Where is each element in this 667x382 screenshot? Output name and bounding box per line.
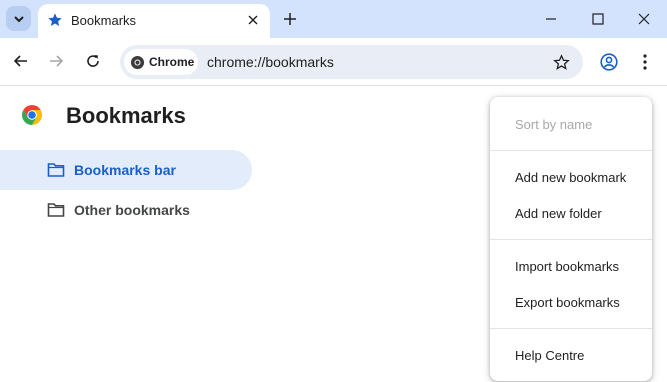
sidebar-item-label: Other bookmarks xyxy=(74,202,190,218)
minimize-button[interactable] xyxy=(541,9,561,29)
site-chip-label: Chrome xyxy=(149,55,195,69)
forward-button[interactable] xyxy=(45,50,67,72)
menu-item-add-new-folder[interactable]: Add new folder xyxy=(490,198,652,228)
menu-divider xyxy=(490,239,652,240)
menu-divider xyxy=(490,150,652,151)
star-icon xyxy=(48,13,62,26)
menu-item-add-new-bookmark[interactable]: Add new bookmark xyxy=(490,162,652,192)
chrome-icon xyxy=(130,55,145,69)
menu-item-label: Import bookmarks xyxy=(515,259,620,274)
sidebar-item-label: Bookmarks bar xyxy=(74,162,176,178)
folder-icon xyxy=(47,203,65,217)
profile-button[interactable] xyxy=(598,51,620,73)
plus-icon xyxy=(284,13,296,25)
chrome-logo-icon xyxy=(22,105,42,125)
reload-button[interactable] xyxy=(82,50,104,72)
minimize-icon xyxy=(546,18,556,20)
close-window-icon xyxy=(638,13,650,25)
menu-item-help-centre[interactable]: Help Centre xyxy=(490,340,652,370)
folder-icon xyxy=(47,163,65,177)
menu-item-sort-by-name: Sort by name xyxy=(490,109,652,139)
new-tab-button[interactable] xyxy=(280,9,300,29)
page-title: Bookmarks xyxy=(66,103,186,128)
back-button[interactable] xyxy=(10,50,32,72)
toolbar: Chrome chrome://bookmarks xyxy=(0,38,667,86)
menu-item-label: Add new bookmark xyxy=(515,170,627,185)
tab-bookmarks[interactable]: Bookmarks xyxy=(38,4,270,38)
site-chip[interactable]: Chrome xyxy=(124,49,198,75)
menu-item-label: Sort by name xyxy=(515,117,593,132)
sidebar-item-bookmarks-bar[interactable]: Bookmarks bar xyxy=(0,150,252,190)
tab-search-button[interactable] xyxy=(6,6,31,31)
tab-strip: Bookmarks xyxy=(0,0,667,38)
tab-close-button[interactable] xyxy=(244,11,262,29)
maximize-button[interactable] xyxy=(588,9,608,29)
menu-item-export-bookmarks[interactable]: Export bookmarks xyxy=(490,287,652,317)
close-icon xyxy=(248,15,258,25)
back-arrow-icon xyxy=(13,55,27,67)
menu-item-label: Help Centre xyxy=(515,348,585,363)
sidebar-item-other-bookmarks[interactable]: Other bookmarks xyxy=(0,190,252,230)
menu-item-import-bookmarks[interactable]: Import bookmarks xyxy=(490,251,652,281)
menu-item-label: Add new folder xyxy=(515,206,602,221)
chevron-down-icon xyxy=(13,15,24,22)
kebab-menu-icon xyxy=(643,54,647,70)
maximize-icon xyxy=(592,13,604,25)
bookmark-star-button[interactable] xyxy=(551,52,571,72)
address-bar[interactable]: Chrome chrome://bookmarks xyxy=(120,45,583,79)
profile-icon xyxy=(600,53,618,71)
reload-icon xyxy=(87,55,99,67)
star-outline-icon xyxy=(552,53,570,70)
more-menu-button[interactable] xyxy=(634,51,656,73)
tab-title: Bookmarks xyxy=(71,13,137,28)
menu-divider xyxy=(490,328,652,329)
menu-item-label: Export bookmarks xyxy=(515,295,620,310)
organize-menu: Sort by name Add new bookmark Add new fo… xyxy=(490,97,652,381)
url-text[interactable]: chrome://bookmarks xyxy=(207,54,334,70)
forward-arrow-icon xyxy=(50,55,64,67)
close-window-button[interactable] xyxy=(634,9,654,29)
